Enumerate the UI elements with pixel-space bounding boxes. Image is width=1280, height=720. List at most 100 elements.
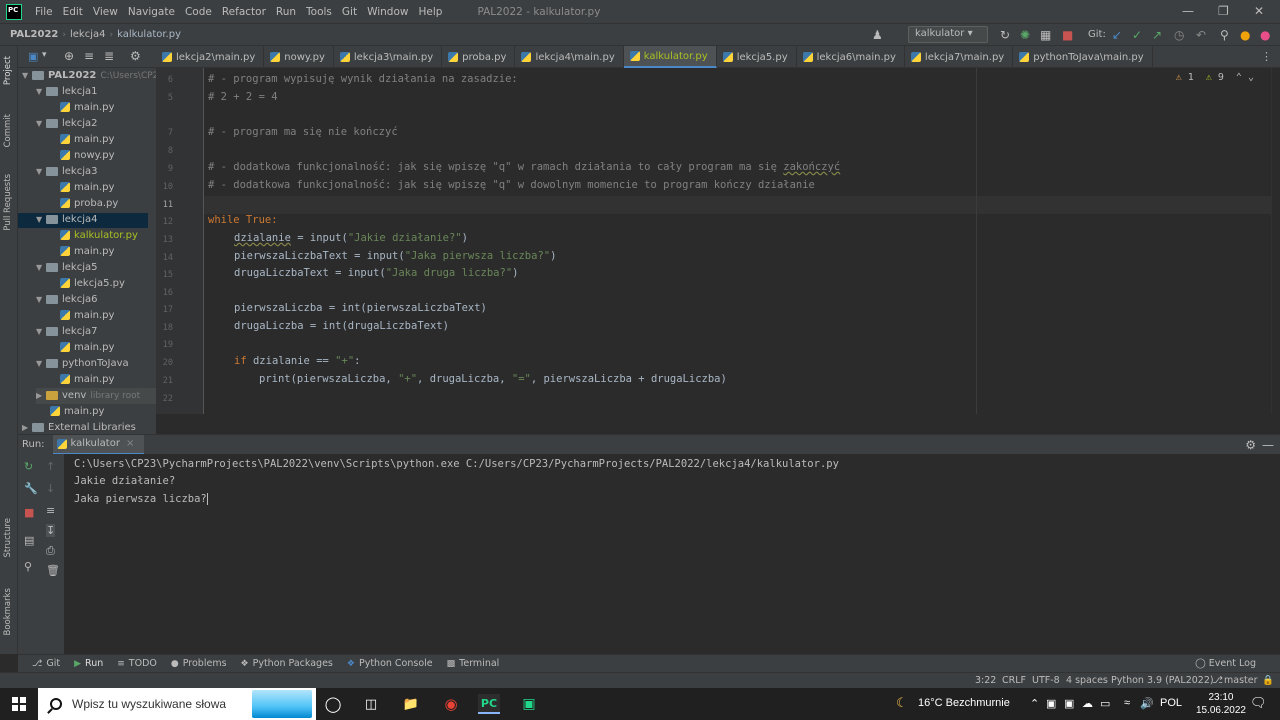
- tree-item[interactable]: ▼ lekcja6: [36, 292, 98, 308]
- menu-code[interactable]: Code: [180, 6, 217, 18]
- python-interpreter[interactable]: Python 3.9 (PAL2022): [1111, 675, 1214, 686]
- updates-icon[interactable]: ●: [1240, 28, 1250, 42]
- gear-icon[interactable]: ⚙: [1245, 438, 1256, 452]
- tab-lekcja3-main[interactable]: lekcja3\main.py: [334, 46, 443, 68]
- tree-item[interactable]: main.py: [50, 404, 104, 420]
- caret-position[interactable]: 3:22: [975, 675, 996, 686]
- breadcrumb-project[interactable]: PAL2022: [6, 29, 62, 40]
- tab-pythontojava-main[interactable]: pythonToJava\main.py: [1013, 46, 1153, 68]
- git-branch[interactable]: master: [1224, 675, 1258, 686]
- tool-tab-todo[interactable]: ≡ TODO: [117, 658, 157, 669]
- task-view-icon[interactable]: ◫: [360, 694, 382, 714]
- menu-git[interactable]: Git: [337, 6, 362, 18]
- wifi-icon[interactable]: ≈: [1124, 697, 1130, 709]
- tray-chevron-up-icon[interactable]: ⌃: [1030, 697, 1039, 710]
- collapse-all-icon[interactable]: ≣: [104, 49, 114, 63]
- weather-text[interactable]: 16°C Bezchmurnie: [918, 697, 1010, 709]
- chevron-down-icon[interactable]: ⌄: [1248, 72, 1254, 83]
- minimize-icon[interactable]: —: [1182, 4, 1194, 18]
- tool-tab-problems[interactable]: ● Problems: [171, 658, 227, 669]
- tabs-overflow-icon[interactable]: ⋮: [1261, 50, 1272, 63]
- coverage-icon[interactable]: ▦: [1040, 28, 1051, 42]
- expand-all-icon[interactable]: ≡: [84, 49, 94, 63]
- indent-setting[interactable]: 4 spaces: [1066, 675, 1108, 686]
- tray-app-icon[interactable]: ▣: [1064, 697, 1074, 710]
- close-icon[interactable]: ×: [126, 438, 134, 449]
- tab-proba[interactable]: proba.py: [442, 46, 516, 68]
- tree-root[interactable]: ▼ PAL2022C:\Users\CP23: [22, 68, 156, 84]
- tool-tab-git[interactable]: ⎇ Git: [32, 658, 60, 669]
- restore-icon[interactable]: ❐: [1218, 4, 1229, 18]
- pull-requests-tool-tab[interactable]: Pull Requests: [3, 174, 13, 231]
- tab-kalkulator[interactable]: kalkulator.py: [623, 46, 717, 68]
- debug-icon[interactable]: ✺: [1020, 28, 1030, 42]
- arrow-up-icon[interactable]: ↑: [46, 460, 55, 473]
- tree-item[interactable]: main.py: [60, 180, 114, 196]
- tool-tab-terminal[interactable]: ▩ Terminal: [447, 658, 500, 669]
- breadcrumb-file[interactable]: kalkulator.py: [113, 29, 185, 40]
- tree-item[interactable]: main.py: [60, 308, 114, 324]
- close-icon[interactable]: ✕: [1254, 4, 1264, 18]
- cortana-icon[interactable]: ◯: [322, 694, 344, 714]
- event-log-button[interactable]: ◯ Event Log: [1195, 658, 1256, 669]
- run-tab-kalkulator[interactable]: kalkulator ×: [52, 434, 145, 455]
- scroll-to-end-icon[interactable]: ↧: [46, 524, 56, 537]
- pin-icon[interactable]: ⚲: [24, 560, 32, 573]
- tree-item[interactable]: ▼ lekcja1: [36, 84, 98, 100]
- menu-view[interactable]: View: [88, 6, 123, 18]
- tree-item[interactable]: lekcja5.py: [60, 276, 125, 292]
- print-icon[interactable]: ⎙: [46, 544, 55, 558]
- tree-item[interactable]: main.py: [60, 340, 114, 356]
- search-everywhere-icon[interactable]: ⚲: [1220, 28, 1229, 42]
- tab-lekcja4-main[interactable]: lekcja4\main.py: [515, 46, 624, 68]
- breadcrumb-folder[interactable]: lekcja4: [66, 29, 110, 40]
- tree-item[interactable]: ▼ lekcja2: [36, 116, 98, 132]
- app-taskbar-icon[interactable]: ▣: [518, 694, 540, 714]
- chrome-icon[interactable]: ◉: [440, 694, 462, 714]
- tab-lekcja5[interactable]: lekcja5.py: [717, 46, 797, 68]
- menu-refactor[interactable]: Refactor: [217, 6, 271, 18]
- stop-icon[interactable]: ■: [1062, 28, 1073, 42]
- view-dropdown-icon[interactable]: ▾: [42, 50, 47, 60]
- tree-item[interactable]: ▼ pythonToJava: [36, 356, 129, 372]
- trash-icon[interactable]: 🗑: [46, 564, 60, 577]
- tool-tab-python-packages[interactable]: ❖ Python Packages: [241, 658, 333, 669]
- tree-item[interactable]: ▼ lekcja3: [36, 164, 98, 180]
- menu-run[interactable]: Run: [271, 6, 301, 18]
- tray-app-icon[interactable]: ▣: [1046, 697, 1056, 710]
- search-input[interactable]: [72, 697, 242, 711]
- rerun-icon[interactable]: ↻: [1000, 28, 1010, 42]
- menu-edit[interactable]: Edit: [58, 6, 88, 18]
- tab-lekcja2-main[interactable]: lekcja2\main.py: [156, 46, 265, 68]
- git-commit-icon[interactable]: ✓: [1132, 28, 1142, 42]
- tab-lekcja6-main[interactable]: lekcja6\main.py: [797, 46, 905, 68]
- tree-item[interactable]: main.py: [60, 244, 114, 260]
- volume-icon[interactable]: 🔊: [1140, 697, 1154, 710]
- hide-panel-icon[interactable]: —: [1262, 438, 1274, 452]
- menu-file[interactable]: File: [30, 6, 58, 18]
- tree-item[interactable]: proba.py: [60, 196, 118, 212]
- history-icon[interactable]: ◷: [1174, 28, 1184, 42]
- commit-tool-tab[interactable]: Commit: [3, 114, 13, 147]
- project-tool-tab[interactable]: Project: [3, 56, 13, 85]
- tab-nowy[interactable]: nowy.py: [264, 46, 334, 68]
- line-separator[interactable]: CRLF: [1002, 675, 1026, 686]
- menu-window[interactable]: Window: [362, 6, 413, 18]
- tab-lekcja7-main[interactable]: lekcja7\main.py: [905, 46, 1014, 68]
- file-explorer-icon[interactable]: 📁: [400, 694, 422, 714]
- structure-tool-tab[interactable]: Structure: [3, 518, 13, 558]
- tree-item[interactable]: nowy.py: [60, 148, 115, 164]
- menu-navigate[interactable]: Navigate: [123, 6, 180, 18]
- tree-item[interactable]: ▶ venv library root: [36, 388, 156, 404]
- tool-tab-run[interactable]: ▶ Run: [74, 658, 103, 669]
- tool-tab-python-console[interactable]: ❖ Python Console: [347, 658, 433, 669]
- battery-icon[interactable]: ▭: [1100, 697, 1110, 710]
- rollback-icon[interactable]: ↶: [1196, 28, 1206, 42]
- tree-item[interactable]: main.py: [60, 372, 114, 388]
- user-icon[interactable]: ♟: [872, 28, 883, 42]
- tree-item[interactable]: kalkulator.py: [60, 228, 138, 244]
- tree-item[interactable]: ▶ External Libraries: [22, 420, 136, 434]
- chevron-up-icon[interactable]: ⌃: [1236, 72, 1242, 83]
- clock[interactable]: 23:10 15.06.2022: [1196, 691, 1246, 717]
- arrow-down-icon[interactable]: ↓: [46, 482, 55, 495]
